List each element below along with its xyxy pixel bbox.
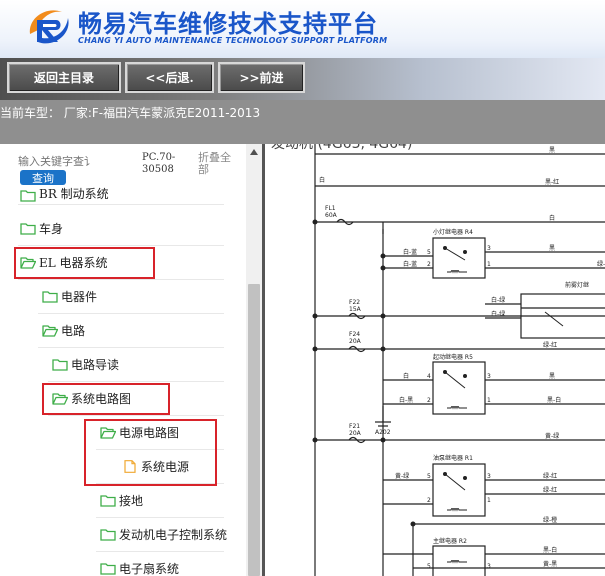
current-model-label: 当前车型： 厂家:F-福田汽车蒙派克E2011-2013 — [0, 106, 261, 120]
fuse-label: A202 — [375, 429, 391, 436]
toolbar: 返回主目录 <<后退. >>前进 — [0, 58, 605, 100]
tree-item-body[interactable]: 车身 — [20, 211, 63, 245]
annotation-box — [84, 419, 217, 486]
forward-button[interactable]: >>前进 — [218, 62, 305, 93]
tree-item-label: 电路 — [61, 323, 86, 338]
folder-icon — [100, 494, 116, 507]
sidebar-scrollbar[interactable] — [246, 144, 262, 576]
pin-number: 1 — [487, 497, 491, 504]
fuse-label: 20A — [349, 430, 362, 437]
tree-item-engine-control[interactable]: 发动机电子控制系统 — [100, 517, 227, 551]
folder-icon — [100, 528, 116, 541]
fuse-label: F21 — [349, 423, 360, 430]
wire-label: 黄-绿 — [395, 472, 409, 480]
pin-number: 1 — [487, 261, 491, 268]
diagram-title: 发动机 (4G63, 4G64) — [271, 144, 412, 152]
header-banner: 畅易汽车维修技术支持平台 CHANG YI AUTO MAINTENANCE T… — [0, 0, 605, 58]
folder-icon — [100, 562, 116, 575]
wire-label: 绿-红 — [543, 486, 557, 494]
wire-label: 白-蓝 — [403, 260, 417, 268]
pin-number: 5 — [427, 249, 431, 256]
wire-label: 白 — [319, 176, 325, 184]
folder-icon — [20, 190, 36, 202]
pin-number: 3 — [487, 473, 491, 480]
wire-label: 白-黑 — [399, 396, 413, 404]
wire-label: 黑-白 — [543, 546, 557, 554]
wire-label: 白 — [549, 214, 555, 222]
tree-item-label: 发动机电子控制系统 — [119, 527, 228, 542]
wire-label: 白-绿 — [491, 296, 505, 304]
pin-number: 5 — [427, 473, 431, 480]
fuse-label: 60A — [325, 212, 338, 219]
wiring-diagram-canvas: 发动机 (4G63, 4G64) FL1 60A F22 15A F24 20A… — [271, 144, 605, 576]
pin-number: 4 — [427, 373, 431, 380]
tree-item-circuit[interactable]: 电路 — [42, 313, 85, 347]
folder-icon — [42, 290, 58, 303]
back-button[interactable]: <<后退. — [125, 62, 214, 93]
app-window: 畅易汽车维修技术支持平台 CHANG YI AUTO MAINTENANCE T… — [0, 0, 605, 576]
brand-title: 畅易汽车维修技术支持平台 — [78, 10, 378, 38]
pin-number: 2 — [427, 397, 431, 404]
relay-label: 小灯继电器 R4 — [433, 228, 473, 236]
wire-label: 黑 — [549, 245, 555, 252]
relay-label: 前雾灯继 — [565, 281, 589, 289]
fuse-label: F24 — [349, 331, 360, 338]
wire-label: 黑 — [549, 147, 555, 154]
pin-number: 2 — [427, 261, 431, 268]
wire-label: 黑 — [549, 373, 555, 380]
tree-item-label: 电器件 — [61, 289, 98, 304]
tree-item-label: 接地 — [119, 493, 144, 508]
annotation-box — [14, 247, 155, 279]
wire-label: 绿-红 — [543, 341, 557, 349]
tree-item-electric-fan[interactable]: 电子扇系统 — [100, 551, 179, 576]
wire-label: 黑-红 — [545, 178, 559, 186]
wire-label: 绿-红 — [543, 472, 557, 480]
search-input[interactable] — [18, 154, 110, 170]
tree-divider — [18, 204, 224, 205]
collapse-all-link[interactable]: 折叠全部 — [198, 152, 240, 176]
scroll-up-arrow-icon[interactable] — [246, 144, 262, 160]
wire-label: 白 — [403, 372, 409, 380]
tree-item-circuit-guide[interactable]: 电路导读 — [52, 347, 119, 381]
home-button[interactable]: 返回主目录 — [7, 62, 121, 93]
wire-label: 绿- — [597, 260, 605, 268]
pin-number: 3 — [487, 373, 491, 380]
pin-number: 3 — [487, 245, 491, 252]
relay-label: 油泵继电器 R1 — [433, 454, 473, 462]
brand-logo-icon — [29, 10, 69, 44]
pin-number: 3 — [487, 563, 491, 570]
tree-item-ground[interactable]: 接地 — [100, 483, 143, 517]
folder-open-icon — [42, 324, 58, 337]
annotation-box — [42, 383, 170, 415]
folder-icon — [52, 358, 68, 371]
scroll-thumb[interactable] — [248, 284, 260, 576]
pin-number: 1 — [487, 397, 491, 404]
wiring-diagram: 发动机 (4G63, 4G64) FL1 60A F22 15A F24 20A… — [262, 144, 605, 576]
folder-icon — [20, 222, 36, 235]
wire-label: 绿-橙 — [543, 516, 557, 524]
current-model-bar: 当前车型： 厂家:F-福田汽车蒙派克E2011-2013 — [0, 100, 605, 144]
fuse-label: F22 — [349, 299, 360, 306]
relay-label: 起动继电器 R5 — [433, 353, 473, 361]
tree-item-brake-system[interactable]: BR 制动系统 — [20, 178, 109, 202]
wire-label: 黄-黑 — [543, 560, 557, 568]
fuse-label: 20A — [349, 338, 362, 345]
pin-number: 2 — [427, 497, 431, 504]
pc-code-label: PC.70-30508 — [142, 152, 176, 175]
wire-label: 黑-白 — [547, 396, 561, 404]
tree-item-label: 电子扇系统 — [119, 561, 180, 576]
tree-item-label: 车身 — [39, 221, 64, 236]
tree-item-electrical-parts[interactable]: 电器件 — [42, 279, 97, 313]
brand-subtitle: CHANG YI AUTO MAINTENANCE TECHNOLOGY SUP… — [78, 36, 388, 45]
wire-label: 黄-绿 — [545, 432, 559, 440]
fuse-label: 15A — [349, 306, 362, 313]
relay-label: 主继电器 R2 — [433, 537, 467, 545]
fuse-label: FL1 — [325, 205, 336, 212]
wire-label: 白-蓝 — [403, 248, 417, 256]
wire-label: 白-绿 — [491, 310, 505, 318]
sidebar-tree: 查询 PC.70-30508 折叠全部 BR 制动系统 车身 EL 电器系统 电… — [0, 144, 262, 576]
tree-item-label: 电路导读 — [71, 357, 120, 372]
tree-item-label: BR 制动系统 — [39, 187, 109, 201]
pin-number: 5 — [427, 563, 431, 570]
